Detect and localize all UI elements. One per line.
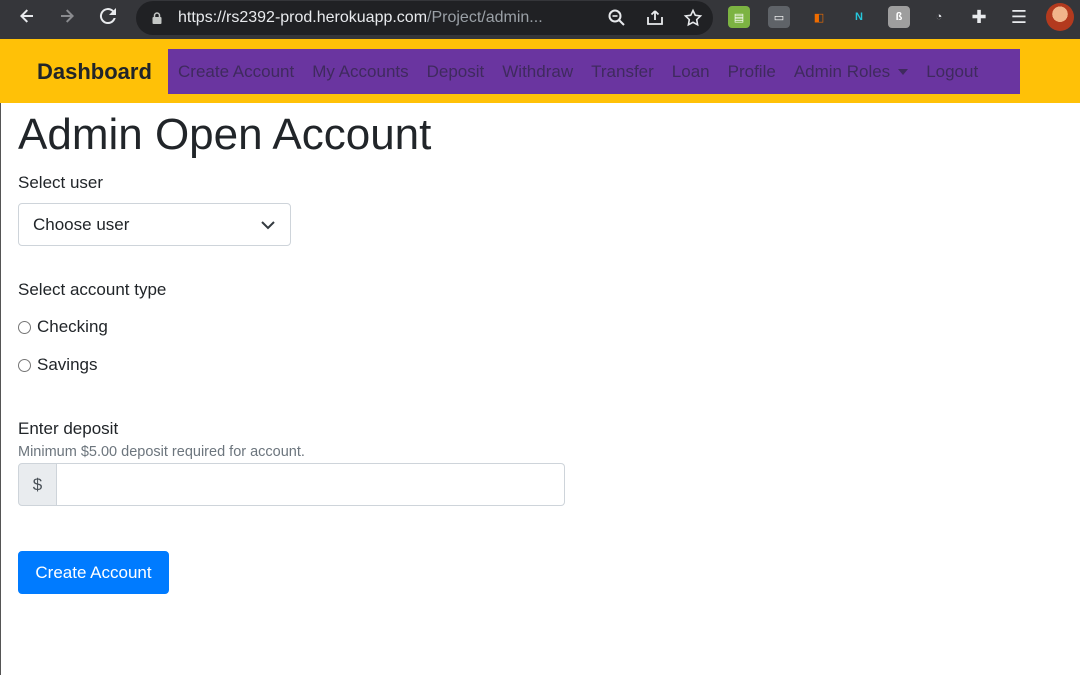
nav-transfer[interactable]: Transfer [591, 62, 654, 82]
page-title: Admin Open Account [18, 110, 432, 159]
share-icon[interactable] [645, 8, 665, 28]
navbar-links: Create Account My Accounts Deposit Withd… [168, 49, 1020, 94]
deposit-help-text: Minimum $5.00 deposit required for accou… [18, 444, 305, 460]
account-type-label: Select account type [18, 280, 167, 299]
address-url: https://rs2392-prod.herokuapp.com/Projec… [178, 9, 543, 26]
nav-logout[interactable]: Logout [926, 62, 978, 82]
back-icon[interactable] [12, 1, 42, 31]
bookmark-star-icon[interactable] [683, 8, 703, 28]
extension-reader-icon[interactable]: ß [888, 6, 910, 28]
extension-caption-icon[interactable]: ▭ [768, 6, 790, 28]
chevron-down-icon [261, 221, 275, 230]
browser-toolbar: https://rs2392-prod.herokuapp.com/Projec… [0, 0, 1080, 39]
nav-admin-roles-dropdown[interactable]: Admin Roles [793, 61, 909, 82]
nav-admin-roles-label: Admin Roles [793, 61, 891, 81]
deposit-label: Enter deposit [18, 419, 119, 438]
lock-icon [152, 12, 162, 24]
currency-addon: $ [18, 463, 57, 506]
select-user-label: Select user [18, 173, 104, 192]
savings-radio[interactable] [18, 358, 31, 372]
user-select[interactable]: Choose user [18, 203, 291, 246]
extension-printer-icon[interactable]: ▤ [728, 6, 750, 28]
user-select-value: Choose user [33, 214, 130, 234]
nav-profile[interactable]: Profile [728, 62, 776, 82]
extension-n-icon[interactable]: N [848, 6, 870, 28]
address-bar[interactable]: https://rs2392-prod.herokuapp.com/Projec… [136, 1, 713, 35]
checking-radio[interactable] [18, 320, 31, 334]
extensions-puzzle-icon[interactable]: ✚ [968, 6, 990, 28]
create-account-button[interactable]: Create Account [18, 551, 169, 594]
savings-label[interactable]: Savings [37, 355, 97, 375]
checking-label[interactable]: Checking [37, 317, 108, 337]
account-type-savings[interactable]: Savings [18, 355, 97, 375]
caret-down-icon [898, 68, 909, 75]
nav-withdraw[interactable]: Withdraw [502, 62, 573, 82]
reload-icon[interactable] [93, 1, 123, 31]
app-navbar: Dashboard Create Account My Accounts Dep… [0, 39, 1080, 103]
window-edge [0, 103, 1, 675]
deposit-input-group: $ [18, 463, 565, 506]
profile-avatar[interactable] [1046, 3, 1074, 31]
account-type-checking[interactable]: Checking [18, 317, 108, 337]
forward-icon[interactable] [52, 1, 82, 31]
media-control-icon[interactable]: ☰ [1008, 6, 1030, 28]
deposit-input[interactable] [57, 463, 565, 506]
extension-audio-icon[interactable]: ◧ [808, 6, 830, 28]
nav-loan[interactable]: Loan [672, 62, 710, 82]
zoom-icon[interactable] [607, 8, 627, 28]
navbar-brand[interactable]: Dashboard [37, 59, 152, 85]
nav-deposit[interactable]: Deposit [427, 62, 485, 82]
extension-magnet-icon[interactable]: ◔ [928, 6, 950, 28]
nav-my-accounts[interactable]: My Accounts [312, 62, 408, 82]
nav-create-account[interactable]: Create Account [178, 62, 294, 82]
